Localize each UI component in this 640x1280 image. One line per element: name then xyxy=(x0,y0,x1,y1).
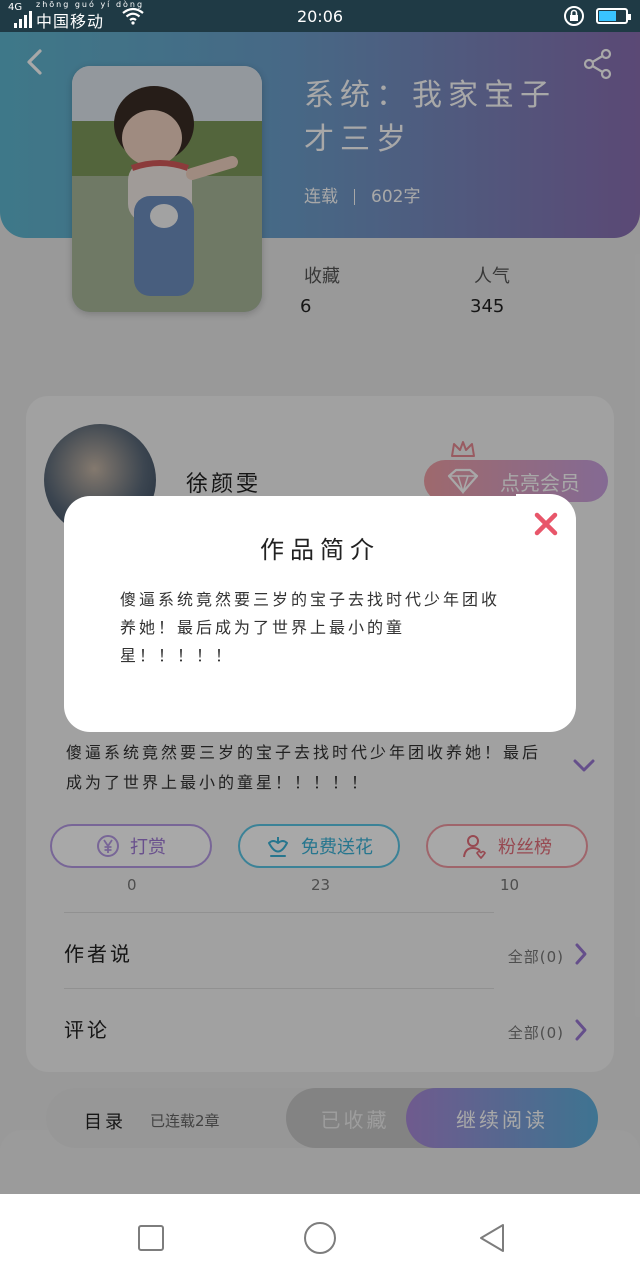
home-button[interactable] xyxy=(304,1222,336,1254)
battery-icon xyxy=(596,8,631,24)
close-icon[interactable] xyxy=(532,510,560,538)
recent-apps-button[interactable] xyxy=(138,1225,164,1251)
nav-back-icon[interactable] xyxy=(478,1222,506,1254)
battery-fill xyxy=(599,11,616,21)
rotation-lock-icon xyxy=(564,6,584,26)
intro-modal: 作品简介 傻逼系统竟然要三岁的宝子去找时代少年团收养她！最后成为了世界上最小的童… xyxy=(64,496,576,732)
status-bar: 4G zhōng guó yí dòng 中国移动 20:06 xyxy=(0,0,640,32)
modal-body: 傻逼系统竟然要三岁的宝子去找时代少年团收养她！最后成为了世界上最小的童星！！！！… xyxy=(120,590,501,665)
modal-title: 作品简介 xyxy=(260,536,380,564)
clock: 20:06 xyxy=(296,7,344,26)
